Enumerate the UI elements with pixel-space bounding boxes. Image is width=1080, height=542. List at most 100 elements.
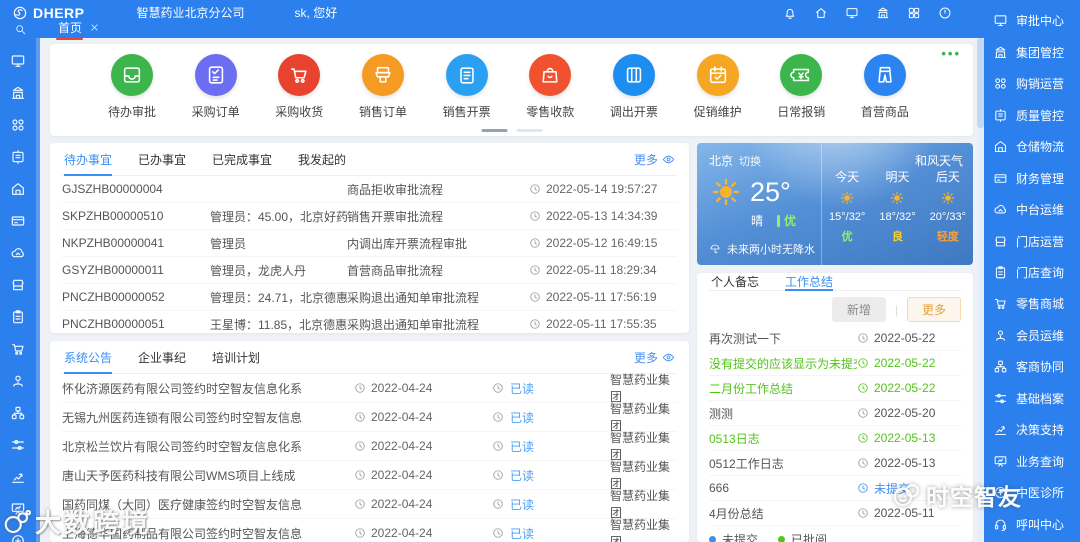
todo-row[interactable]: SKPZHB00000510 管理员：45.00，北京好药师药店... 销售开票… xyxy=(62,203,677,230)
company-name: 智慧药业北京分公司 xyxy=(137,4,245,21)
announcement-row[interactable]: 北京松兰饮片有限公司签约时空智友信息化系 2022-04-24 已读 智慧药业集… xyxy=(62,432,677,461)
rail-item[interactable] xyxy=(10,173,26,205)
memo-row[interactable]: 二月份工作总结 2022-05-22 xyxy=(709,376,961,401)
sidebar-item[interactable]: 客商协同 xyxy=(984,351,1080,382)
memo-add-button[interactable]: 新增 xyxy=(832,297,886,322)
memo-tab[interactable]: 个人备忘 xyxy=(711,273,759,290)
scrollbar-thumb[interactable] xyxy=(977,38,984,128)
announcement-row[interactable]: 国药同煤（大同）医疗健康签约时空智友信息 2022-04-24 已读 智慧药业集… xyxy=(62,490,677,519)
rail-item[interactable] xyxy=(10,45,26,77)
sidebar-item[interactable]: 业务查询 xyxy=(984,446,1080,477)
quick-action[interactable]: 销售开票 xyxy=(431,54,503,120)
tab-home[interactable]: 首页 xyxy=(56,19,102,40)
apps-icon[interactable] xyxy=(907,6,921,20)
rail-item[interactable] xyxy=(10,429,26,461)
rail-item[interactable] xyxy=(10,525,26,542)
sidebar-item[interactable]: 质量管控 xyxy=(984,99,1080,130)
search-button[interactable] xyxy=(0,23,40,36)
rail-item[interactable] xyxy=(10,205,26,237)
rail-item[interactable] xyxy=(10,397,26,429)
pagination-dash-active[interactable] xyxy=(481,129,507,132)
announcement-title: 无锡九州医药连锁有限公司签约时空智友信息 xyxy=(62,409,354,426)
todo-row[interactable]: NKPZHB00000041 管理员 内调出库开票流程审批 2022-05-12… xyxy=(62,230,677,257)
announcement-row[interactable]: 无锡九州医药连锁有限公司签约时空智友信息 2022-04-24 已读 智慧药业集… xyxy=(62,403,677,432)
todo-desc: 管理员：45.00，北京好药师药店... xyxy=(210,208,347,225)
rail-item[interactable] xyxy=(10,493,26,525)
rail-item[interactable] xyxy=(10,301,26,333)
sidebar-item[interactable]: 财务管理 xyxy=(984,162,1080,193)
memo-row[interactable]: 没有提交的应该显示为未提交 2022-05-22 xyxy=(709,351,961,376)
bell-icon[interactable] xyxy=(783,6,797,20)
member-icon xyxy=(10,373,26,389)
memo-row[interactable]: 0513日志 2022-05-13 xyxy=(709,426,961,451)
rail-item[interactable] xyxy=(10,109,26,141)
memo-more-button[interactable]: 更多 xyxy=(907,297,961,322)
todo-row[interactable]: PNCZHB00000052 管理员：24.71，北京德惠康医药... 采购退出… xyxy=(62,284,677,311)
todo-row[interactable]: PNCZHB00000051 王星博：11.85，北京德惠康医药... 采购退出… xyxy=(62,311,677,333)
memo-row[interactable]: 4月份总结 2022-05-11 xyxy=(709,501,961,526)
sidebar-item[interactable]: 集团管控 xyxy=(984,36,1080,67)
clock-icon xyxy=(354,411,366,423)
rail-item[interactable] xyxy=(10,237,26,269)
sidebar-item[interactable]: 呼叫中心 xyxy=(984,509,1080,540)
announcement-row[interactable]: 唐山天予医药科技有限公司WMS项目上线成 2022-04-24 已读 智慧药业集… xyxy=(62,461,677,490)
quick-action[interactable]: 日常报销 xyxy=(765,54,837,120)
quick-action[interactable]: 销售订单 xyxy=(347,54,419,120)
rail-item[interactable] xyxy=(10,461,26,493)
quick-action[interactable]: 促销维护 xyxy=(682,54,754,120)
user-greeting[interactable]: sk, 您好 xyxy=(295,4,338,21)
sidebar-item[interactable]: 门店查询 xyxy=(984,257,1080,288)
announcement-row[interactable]: 上海德华国药制品有限公司签约时空智友信息 2022-04-24 已读 智慧药业集… xyxy=(62,519,677,542)
quick-actions-more-button[interactable]: ••• xyxy=(941,46,961,61)
todo-row[interactable]: GJSZHB00000004 商品拒收审批流程 2022-05-14 19:57… xyxy=(62,176,677,203)
todo-row[interactable]: GSYZHB00000011 管理员，龙虎人丹 首营商品审批流程 2022-05… xyxy=(62,257,677,284)
quick-action[interactable]: 采购订单 xyxy=(180,54,252,120)
sidebar-item[interactable]: 购销运营 xyxy=(984,68,1080,99)
rail-item[interactable] xyxy=(10,333,26,365)
quick-action[interactable]: 待办审批 xyxy=(96,54,168,120)
memo-title: 没有提交的应该显示为未提交 xyxy=(709,355,857,372)
rail-item[interactable] xyxy=(10,269,26,301)
home-icon[interactable] xyxy=(814,6,828,20)
pagination-dash[interactable] xyxy=(516,129,542,132)
announcement-tab[interactable]: 系统公告 xyxy=(64,341,112,373)
sidebar-item[interactable]: 中医诊所 xyxy=(984,477,1080,508)
monitor-icon[interactable] xyxy=(845,6,859,20)
rail-item[interactable] xyxy=(10,365,26,397)
sidebar-item[interactable]: 审批中心 xyxy=(984,5,1080,36)
todo-desc: 管理员：24.71，北京德惠康医药... xyxy=(210,289,347,306)
sidebar-item[interactable]: 零售商城 xyxy=(984,288,1080,319)
sidebar-item[interactable]: 会员运维 xyxy=(984,320,1080,351)
memo-row[interactable]: 再次测试一下 2022-05-22 xyxy=(709,326,961,351)
tab-close-icon[interactable] xyxy=(89,22,100,33)
sidebar-item[interactable]: 中台运维 xyxy=(984,194,1080,225)
quick-action[interactable]: 采购收货 xyxy=(263,54,335,120)
todo-tab[interactable]: 我发起的 xyxy=(298,143,346,175)
announcement-row[interactable]: 怀化济源医药有限公司签约时空智友信息化系 2022-04-24 已读 智慧药业集… xyxy=(62,374,677,403)
sidebar-item[interactable]: 仓储物流 xyxy=(984,131,1080,162)
announcement-tab[interactable]: 培训计划 xyxy=(212,341,260,373)
rail-item[interactable] xyxy=(10,141,26,173)
sidebar-item[interactable]: 决策支持 xyxy=(984,414,1080,445)
weather-switch-city[interactable]: 切换 xyxy=(739,153,761,169)
memo-tab[interactable]: 工作总结 xyxy=(785,273,833,290)
rail-item[interactable] xyxy=(10,77,26,109)
quick-action[interactable]: 零售收款 xyxy=(514,54,586,120)
quick-action[interactable]: 首营商品 xyxy=(849,54,921,120)
main-scrollbar[interactable] xyxy=(977,38,984,542)
announcements-more-link[interactable]: 更多 xyxy=(634,349,675,366)
quick-action[interactable]: 调出开票 xyxy=(598,54,670,120)
todo-tab[interactable]: 已完成事宜 xyxy=(212,143,272,175)
memo-row[interactable]: 0512工作日志 2022-05-13 xyxy=(709,451,961,476)
todo-more-link[interactable]: 更多 xyxy=(634,151,675,168)
announcement-tab[interactable]: 企业事纪 xyxy=(138,341,186,373)
sidebar-item[interactable]: 基础档案 xyxy=(984,383,1080,414)
clock-icon xyxy=(492,440,504,452)
todo-tab[interactable]: 待办事宜 xyxy=(64,143,112,175)
sidebar-item[interactable]: 门店运营 xyxy=(984,225,1080,256)
bank-icon[interactable] xyxy=(876,6,890,20)
memo-row[interactable]: 666 未提交 xyxy=(709,476,961,501)
power-icon[interactable] xyxy=(938,6,952,20)
todo-tab[interactable]: 已办事宜 xyxy=(138,143,186,175)
memo-row[interactable]: 测测 2022-05-20 xyxy=(709,401,961,426)
